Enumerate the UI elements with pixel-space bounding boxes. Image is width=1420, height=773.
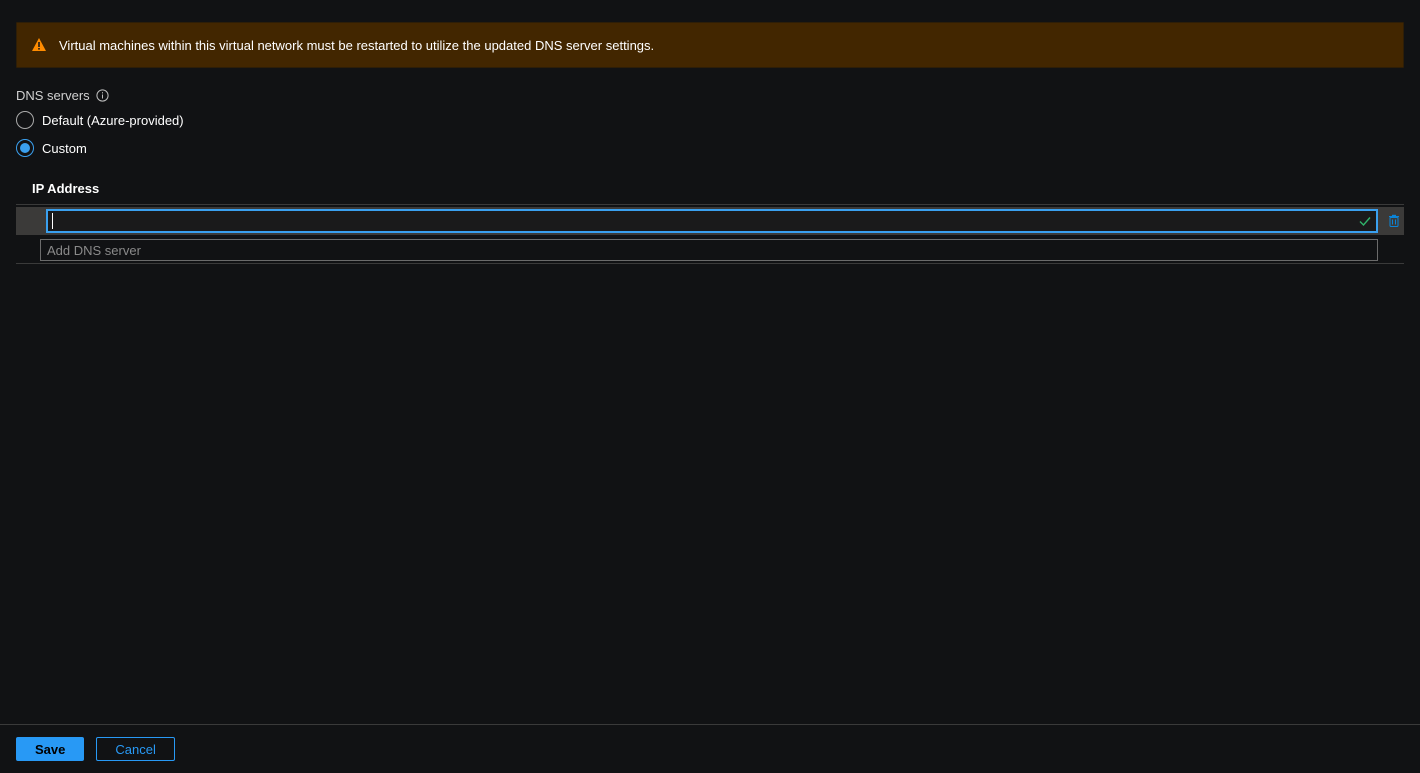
radio-dot-icon (20, 143, 30, 153)
warning-banner: Virtual machines within this virtual net… (16, 22, 1404, 68)
radio-default-azure[interactable]: Default (Azure-provided) (16, 109, 1404, 131)
divider (16, 263, 1404, 264)
warning-text: Virtual machines within this virtual net… (59, 38, 654, 53)
dns-radio-group: Default (Azure-provided) Custom (16, 109, 1404, 159)
save-button[interactable]: Save (16, 737, 84, 761)
dns-entry-row (16, 207, 1404, 235)
dns-ip-input[interactable] (46, 209, 1378, 233)
radio-default-label: Default (Azure-provided) (42, 113, 184, 128)
dns-servers-label-row: DNS servers (16, 88, 1404, 103)
cancel-button[interactable]: Cancel (96, 737, 174, 761)
add-dns-input[interactable] (40, 239, 1378, 261)
text-caret (52, 213, 53, 229)
radio-custom[interactable]: Custom (16, 137, 1404, 159)
info-icon[interactable] (96, 89, 109, 102)
warning-icon (31, 37, 47, 53)
dns-servers-label: DNS servers (16, 88, 90, 103)
delete-dns-entry[interactable] (1384, 209, 1404, 233)
footer-bar: Save Cancel (0, 724, 1420, 773)
divider (16, 204, 1404, 205)
ip-address-header: IP Address (16, 181, 1404, 204)
radio-custom-label: Custom (42, 141, 87, 156)
radio-circle-icon (16, 111, 34, 129)
add-dns-row (16, 235, 1404, 261)
radio-circle-icon (16, 139, 34, 157)
